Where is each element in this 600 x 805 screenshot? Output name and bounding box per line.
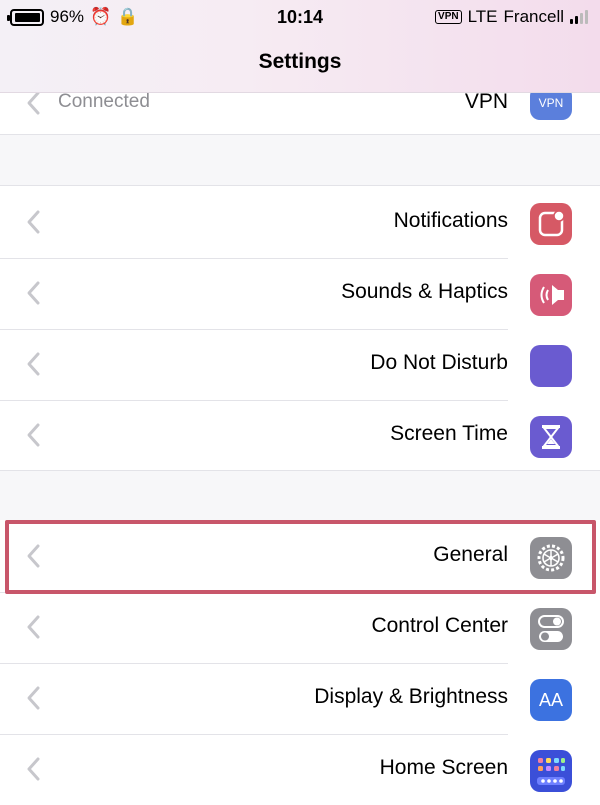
chevron-icon: [27, 91, 40, 115]
settings-row-control-center[interactable]: Control Center: [0, 592, 600, 662]
aa-icon: AA: [530, 679, 572, 721]
signal-icon: [570, 10, 588, 24]
settings-row-do-not-disturb[interactable]: Do Not Disturb: [0, 329, 600, 399]
settings-row-sounds-haptics[interactable]: Sounds & Haptics: [0, 258, 600, 328]
settings-row-screen-time[interactable]: Screen Time: [0, 400, 600, 470]
settings-row-notifications[interactable]: Notifications: [0, 187, 600, 257]
moon-icon: [530, 345, 572, 387]
page-title: Settings: [258, 50, 342, 73]
settings-row-home-screen[interactable]: Home Screen: [0, 734, 600, 804]
row-divider: [0, 663, 508, 664]
section-gap: [0, 134, 600, 186]
notifications-icon: [530, 203, 572, 245]
vpn-badge: VPN: [435, 10, 462, 24]
section-gap: [0, 470, 600, 520]
chevron-icon: [27, 757, 40, 781]
row-divider: [0, 329, 508, 330]
home-grid-icon: [530, 750, 572, 792]
header-overlay: 96% ⏰ 🔒 10:14 VPN LTE Francell Settings: [0, 0, 600, 93]
row-label: Control Center: [371, 614, 508, 637]
row-label: Screen Time: [390, 422, 508, 445]
row-divider: [0, 258, 508, 259]
row-label: Display & Brightness: [314, 685, 508, 708]
chevron-icon: [27, 210, 40, 234]
chevron-icon: [27, 423, 40, 447]
toggles-icon: [530, 608, 572, 650]
chevron-icon: [27, 352, 40, 376]
row-divider: [0, 734, 508, 735]
vpn-value: Connected: [58, 91, 150, 112]
chevron-icon: [27, 281, 40, 305]
row-divider: [0, 400, 508, 401]
hourglass-icon: [530, 416, 572, 458]
chevron-icon: [27, 686, 40, 710]
network-type: LTE: [467, 7, 498, 26]
carrier-name: Francell: [503, 7, 564, 26]
highlight-frame: [5, 520, 596, 594]
row-label: Sounds & Haptics: [341, 280, 508, 303]
speaker-icon: [530, 274, 572, 316]
row-label: Notifications: [393, 209, 508, 232]
vpn-label: VPN: [464, 90, 508, 113]
status-time: 10:14: [276, 6, 324, 27]
settings-row-display-brightness[interactable]: AA Display & Brightness: [0, 663, 600, 733]
chevron-icon: [27, 615, 40, 639]
row-label: Home Screen: [379, 756, 508, 779]
row-label: Do Not Disturb: [370, 351, 508, 374]
